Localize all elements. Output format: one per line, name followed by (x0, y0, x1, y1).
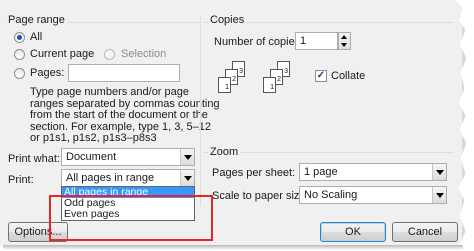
print-dialog: Page range All Current page Selection Pa… (0, 0, 466, 245)
collate-page-icon: 1 (263, 77, 276, 93)
print-what-value: Document (66, 151, 117, 163)
annotation-highlight-box (49, 195, 213, 241)
bottom-shadow (3, 245, 463, 250)
spin-down-icon[interactable] (341, 43, 347, 47)
cancel-button[interactable]: Cancel (392, 222, 458, 242)
current-page-radio[interactable] (14, 49, 25, 60)
help-line: from the start of the document or the (30, 109, 208, 121)
number-of-copies-label: Number of copies: (214, 36, 304, 48)
print-what-select[interactable]: Document (61, 148, 195, 166)
pages-per-sheet-select[interactable]: 1 page (299, 163, 447, 181)
group-separator (200, 16, 201, 145)
copies-title: Copies (208, 14, 247, 26)
zoom-group-line (204, 152, 454, 153)
print-select[interactable]: All pages in range (61, 169, 195, 187)
collate-checkbox[interactable]: ✓ (315, 70, 327, 82)
collate-page-icon: 1 (218, 77, 231, 93)
copies-spinner[interactable] (338, 32, 351, 50)
all-radio[interactable] (14, 32, 25, 43)
pages-per-sheet-label: Pages per sheet: (212, 167, 296, 179)
selection-label: Selection (121, 48, 167, 60)
scale-to-paper-size-value: No Scaling (304, 189, 358, 201)
number-of-copies-input[interactable]: 1 (295, 32, 338, 50)
help-line: Type page numbers and/or page (30, 86, 190, 98)
current-page-label: Current page (30, 48, 95, 60)
chevron-down-icon[interactable] (180, 149, 194, 165)
zoom-title: Zoom (208, 146, 241, 158)
pages-help-text: Type page numbers and/or page ranges sep… (30, 86, 220, 145)
chevron-down-icon[interactable] (432, 164, 446, 180)
pages-per-sheet-value: 1 page (304, 166, 338, 178)
collate-label: Collate (331, 70, 366, 82)
chevron-down-icon[interactable] (432, 187, 446, 203)
page-range-title: Page range (6, 14, 67, 26)
check-icon: ✓ (316, 70, 326, 81)
scale-to-paper-size-label: Scale to paper size: (212, 190, 309, 202)
print-what-label: Print what: (8, 153, 60, 165)
spin-up-icon[interactable] (341, 35, 347, 39)
print-label: Print: (8, 174, 34, 186)
pages-input[interactable] (68, 64, 180, 82)
print-select-value: All pages in range (66, 172, 155, 184)
ok-button[interactable]: OK (320, 222, 386, 242)
scale-to-paper-size-select[interactable]: No Scaling (299, 186, 447, 204)
selection-radio[interactable] (104, 49, 115, 60)
chevron-down-icon[interactable] (180, 170, 194, 186)
pages-radio[interactable] (14, 68, 25, 79)
help-line: or p1s1, p1s2, p1s3–p8s3 (30, 132, 157, 144)
all-label: All (30, 31, 43, 43)
pages-label: Pages: (30, 67, 65, 79)
